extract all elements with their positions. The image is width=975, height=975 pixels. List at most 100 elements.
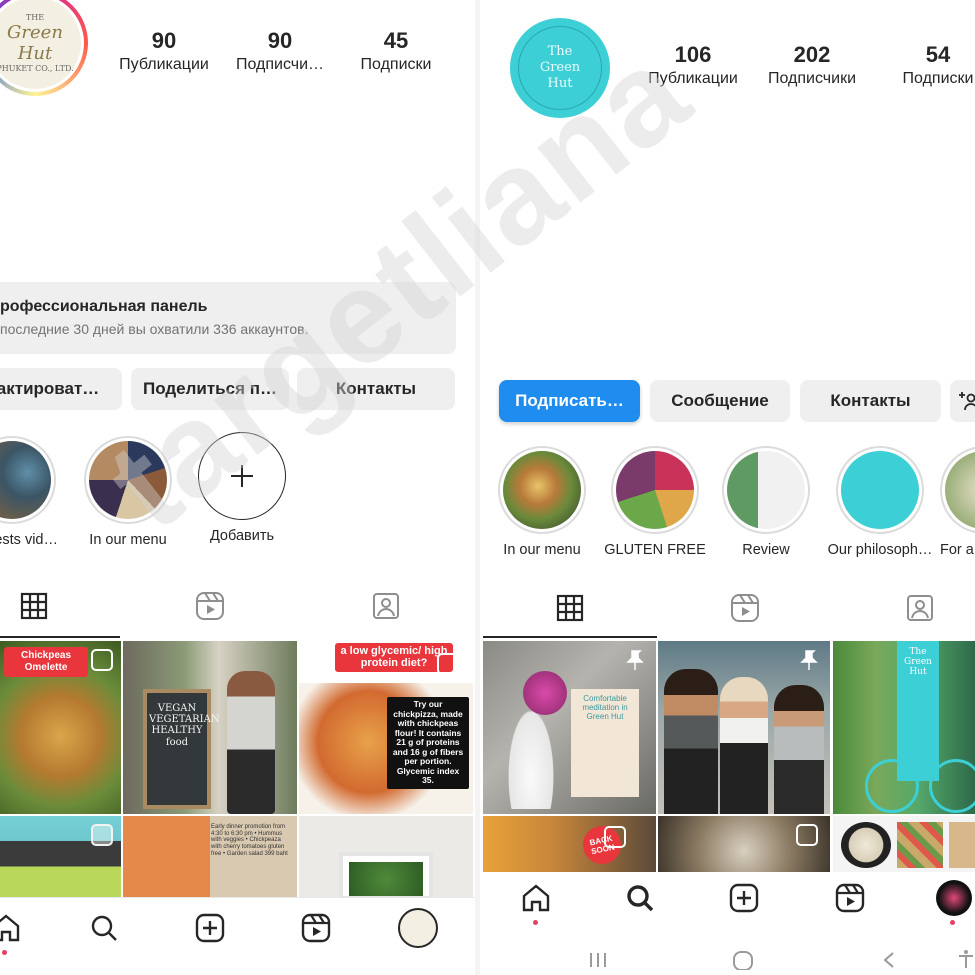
avatar [936, 880, 972, 916]
posts-label: Публикации [119, 56, 209, 73]
highlight-review[interactable]: Review [716, 446, 816, 558]
search-icon[interactable] [84, 908, 124, 948]
post-framed-art[interactable] [299, 816, 473, 900]
home-icon[interactable] [0, 908, 26, 948]
message-button[interactable]: Сообщение [650, 380, 790, 422]
notification-dot [2, 950, 7, 955]
highlight-cover [611, 446, 699, 534]
reels-icon [731, 594, 759, 622]
followers-stat[interactable]: 90 Подписчи… [226, 28, 334, 76]
highlight-for-a[interactable]: For a [940, 446, 975, 558]
post-chickpizza[interactable]: a low glycemic/ high protein diet? Try o… [299, 641, 473, 814]
reel-icon [91, 649, 113, 671]
logo-text-line1: The [547, 44, 573, 59]
post-green-hut-bicycle[interactable]: The Green Hut [833, 641, 975, 814]
posts-stat[interactable]: 90 Публикации [108, 28, 220, 76]
highlight-label: Review [742, 542, 790, 558]
profile-nav-avatar[interactable] [934, 878, 974, 918]
orchid-flowers [523, 671, 567, 715]
highlight-cover [836, 446, 924, 534]
food-image [949, 822, 975, 868]
post-bowl[interactable] [0, 816, 121, 900]
notification-dot [950, 920, 955, 925]
bottom-navigation [0, 897, 475, 975]
contacts-button[interactable]: Контакты [800, 380, 941, 422]
post-dinner-promotion[interactable]: Early dinner promotion from 4:30 to 6:30… [123, 816, 297, 900]
following-stat[interactable]: 54 Подписки [888, 42, 975, 90]
home-button-icon[interactable] [732, 950, 754, 975]
posts-label: Публикации [648, 70, 738, 87]
tagged-icon [373, 593, 399, 619]
highlight-image [0, 441, 51, 519]
reel-icon [796, 824, 818, 846]
tab-reels[interactable] [190, 586, 230, 626]
notification-dot [533, 920, 538, 925]
profile-avatar[interactable]: THE Green Hut PHUKET CO., LTD. [0, 0, 88, 96]
highlight-in-our-menu[interactable]: In our menu [492, 446, 592, 558]
post-body-text: Try our chickpizza, made with chickpeas … [387, 697, 469, 789]
profile-nav-avatar[interactable] [398, 908, 438, 948]
reels-nav-icon[interactable] [830, 878, 870, 918]
followers-stat[interactable]: 202 Подписчики [758, 42, 866, 90]
posts-count: 106 [674, 42, 712, 67]
post-meditation[interactable]: Comfortable meditation in Green Hut [483, 641, 656, 814]
frame-image [339, 852, 433, 900]
reels-nav-icon[interactable] [296, 908, 336, 948]
back-icon[interactable] [882, 951, 896, 974]
followers-label: Подписчики [767, 70, 856, 87]
professional-dashboard[interactable]: рофессиональная панель последние 30 дней… [0, 282, 456, 354]
edit-profile-button[interactable]: дактироват… [0, 368, 122, 410]
post-menu-collage[interactable] [833, 816, 975, 874]
following-label: Подписки [360, 56, 432, 73]
tab-grid[interactable] [550, 588, 590, 628]
tab-grid[interactable] [14, 586, 54, 626]
plate-image [841, 822, 891, 868]
highlight-label: In our menu [89, 532, 167, 548]
recent-apps-icon[interactable] [588, 951, 608, 974]
accessibility-icon[interactable] [958, 949, 974, 974]
add-highlight-circle [198, 432, 286, 520]
highlight-image [727, 451, 805, 529]
highlight-guests-videos[interactable]: ests vid… [0, 436, 58, 548]
post-back-soon[interactable]: BACK SOON [483, 816, 656, 874]
highlight-image [945, 451, 975, 529]
profile-avatar[interactable]: The Green Hut [510, 18, 610, 118]
highlight-gluten-free[interactable]: GLUTEN FREE [602, 446, 708, 558]
following-stat[interactable]: 45 Подписки [346, 28, 446, 76]
share-profile-button[interactable]: Поделиться п… [131, 368, 289, 410]
person-image [774, 685, 824, 814]
follow-button[interactable]: Подписать… [499, 380, 640, 422]
reel-icon [604, 826, 626, 848]
suggested-users-button[interactable] [950, 380, 975, 422]
highlight-in-our-menu[interactable]: In our menu [78, 436, 178, 548]
highlight-cover [498, 446, 586, 534]
create-post-icon[interactable] [724, 878, 764, 918]
bicycle-wheel [865, 759, 919, 813]
post-team-photo[interactable] [658, 641, 830, 814]
tab-tagged[interactable] [366, 586, 406, 626]
tab-reels[interactable] [725, 588, 765, 628]
create-post-icon[interactable] [190, 908, 230, 948]
post-vegan-board[interactable]: VEGAN VEGETARIAN HEALTHY food [123, 641, 297, 814]
tab-tagged[interactable] [900, 588, 940, 628]
highlight-our-philosophy[interactable]: Our philosoph… [822, 446, 938, 558]
highlight-cover [84, 436, 172, 524]
reels-icon [196, 592, 224, 620]
home-icon[interactable] [516, 878, 556, 918]
add-highlight[interactable]: Добавить [194, 432, 290, 544]
food-grid-image [897, 822, 943, 868]
person-image [227, 671, 275, 814]
post-chickpeas-omelette[interactable]: Chickpeas Omelette [0, 641, 121, 814]
logo-text-top: THE [25, 13, 45, 22]
active-tab-indicator [483, 636, 657, 638]
person-image [720, 677, 768, 814]
left-profile-screen: THE Green Hut PHUKET CO., LTD. 90 Публик… [0, 0, 475, 975]
avatar-logo: The Green Hut [518, 26, 602, 110]
search-icon[interactable] [620, 878, 660, 918]
contacts-button[interactable]: Контакты [297, 368, 455, 410]
posts-stat[interactable]: 106 Публикации [640, 42, 746, 90]
post-dish[interactable] [658, 816, 830, 874]
post-caption-label: Chickpeas Omelette [4, 647, 88, 677]
highlight-image [616, 451, 694, 529]
bicycle-wheel [929, 759, 975, 813]
